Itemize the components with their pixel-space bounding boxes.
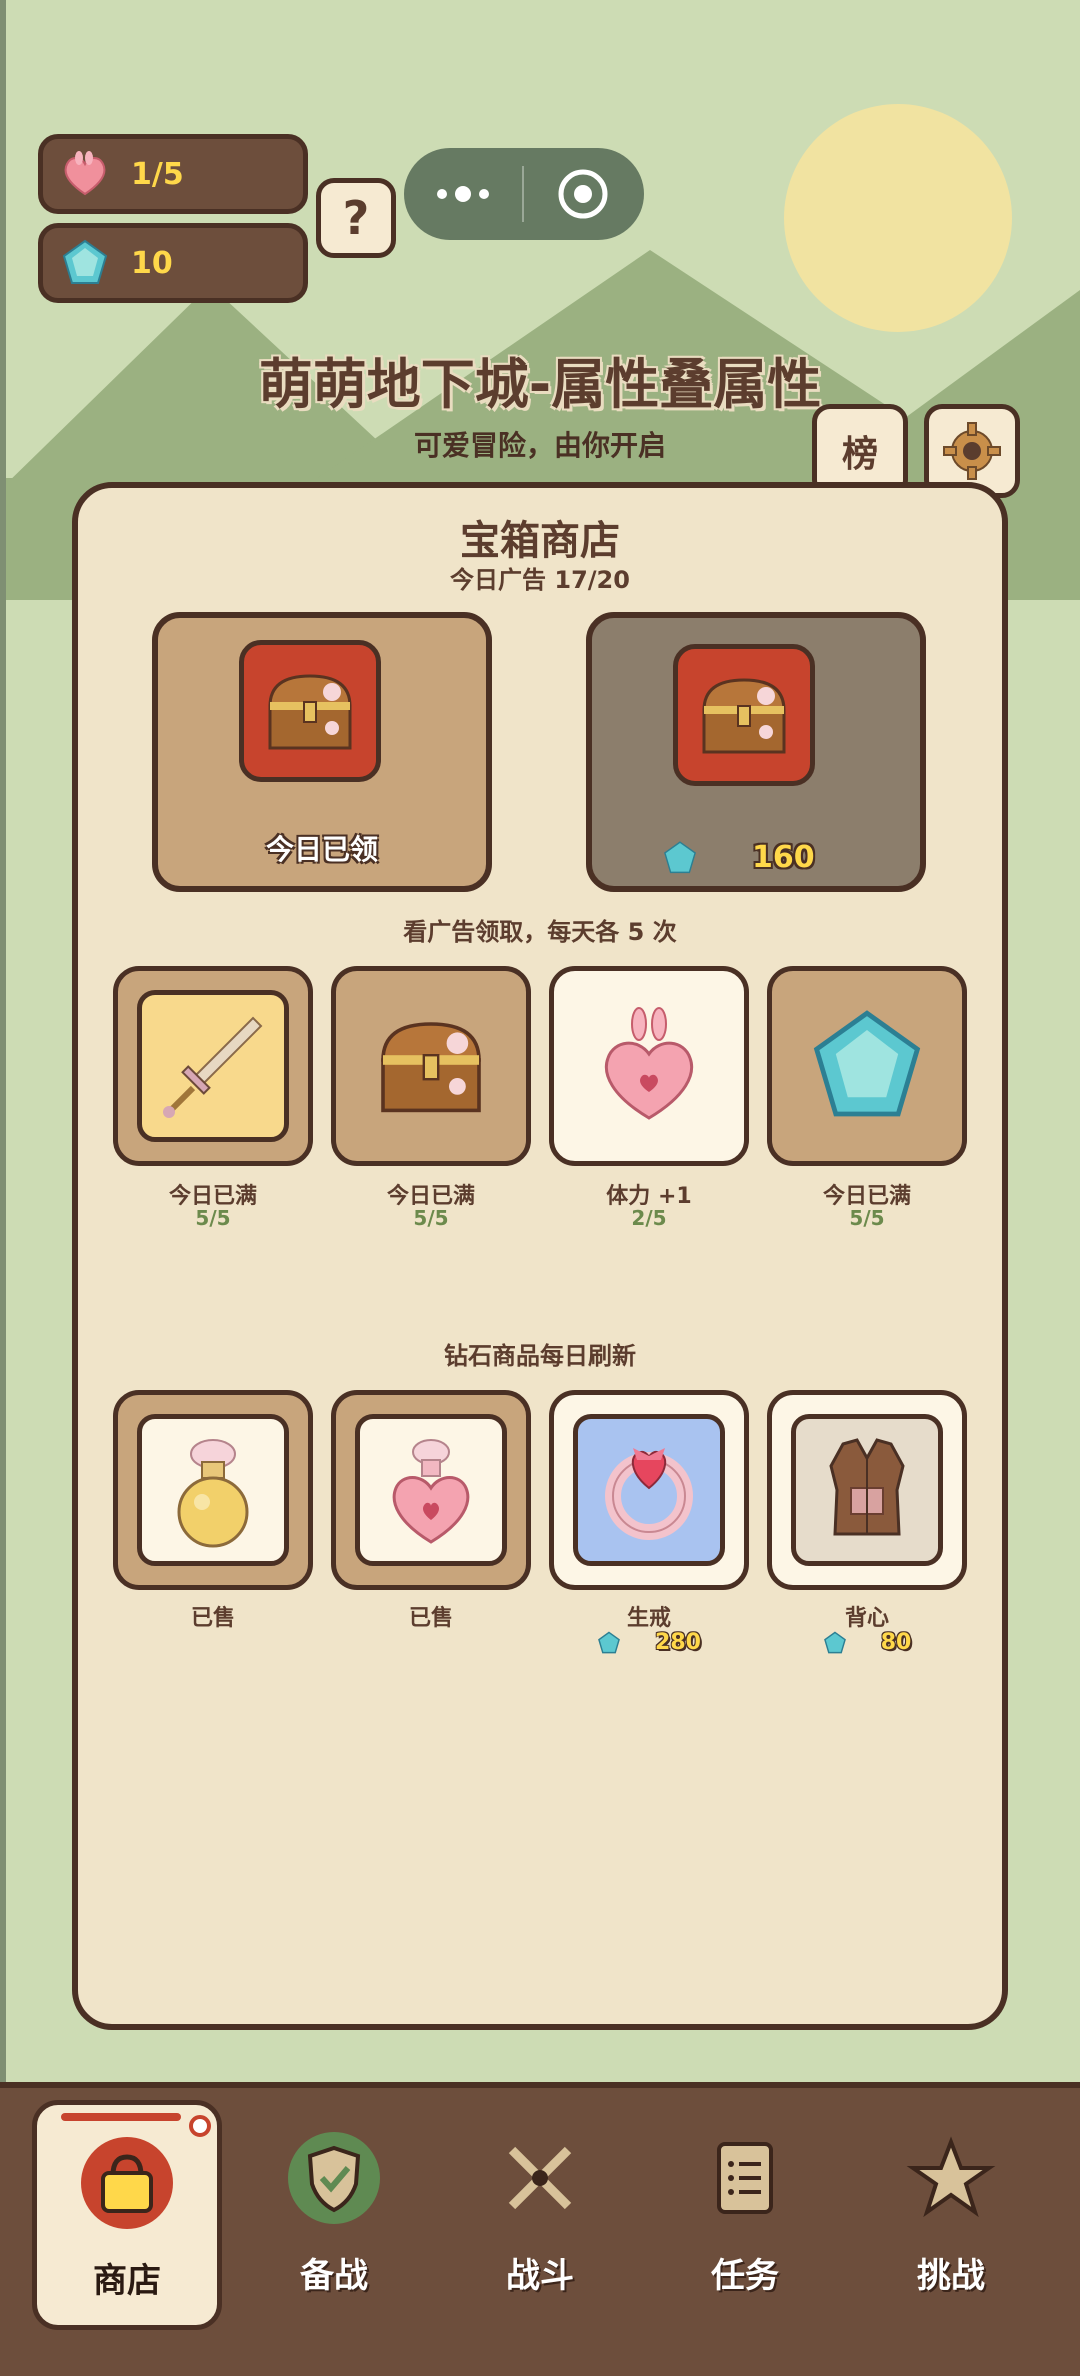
nav-tab-prepare[interactable]: 备战 — [239, 2100, 429, 2330]
item-inner-frame — [355, 1414, 507, 1566]
diamond-item-label: 生戒 — [626, 1606, 671, 1631]
diamond-item-label: 已售 — [408, 1606, 453, 1631]
diamond-item-price: 280 — [549, 1630, 749, 1655]
ad-note: 看广告领取，每天各 5 次 — [403, 918, 677, 946]
vest-icon — [829, 1438, 905, 1536]
chest-frame — [239, 640, 381, 782]
shield-check-icon — [284, 2128, 384, 2228]
price-value: 280 — [655, 1630, 701, 1655]
nav-label: 挑战 — [917, 2256, 985, 2296]
diamond-item-gold-potion[interactable] — [113, 1390, 313, 1590]
game-subtitle: 可爱冒险，由你开启 — [413, 429, 666, 462]
nav-label: 任务 — [711, 2256, 779, 2296]
diamond-chest-card[interactable]: 160 — [586, 612, 926, 892]
ad-item-count: 5/5 — [849, 1206, 885, 1230]
ad-item-stamina[interactable] — [549, 966, 749, 1166]
chest-frame — [673, 644, 815, 786]
diamond-icon — [823, 1631, 846, 1653]
crossed-swords-icon — [490, 2128, 590, 2228]
ad-item-sword[interactable] — [113, 966, 313, 1166]
leaderboard-label: 榜 — [841, 434, 878, 475]
pink-potion-icon — [392, 1439, 470, 1544]
notification-dot — [189, 2115, 211, 2137]
sun-icon — [784, 104, 1012, 332]
ads-counter: 今日广告 17/20 — [450, 566, 630, 594]
diamond-bar: 10 — [38, 223, 308, 303]
diamond-icon — [57, 235, 113, 291]
ad-item-count: 2/5 — [631, 1206, 667, 1230]
diamond-item-label: 已售 — [190, 1606, 235, 1631]
free-chest-card[interactable]: 今日已领 — [152, 612, 492, 892]
ad-item-diamond[interactable] — [767, 966, 967, 1166]
diamond-chest-price: 160 — [752, 840, 815, 875]
shop-title: 宝箱商店 — [460, 518, 620, 564]
ad-item-count: 5/5 — [195, 1206, 231, 1230]
heart-icon — [57, 146, 113, 202]
diamond-item-pink-potion[interactable] — [331, 1390, 531, 1590]
free-chest-status: 今日已领 — [265, 833, 378, 866]
nav-tab-challenge[interactable]: 挑战 — [856, 2100, 1046, 2330]
game-title: 萌萌地下城-属性叠属性 — [258, 353, 822, 416]
diamond-icon — [664, 841, 696, 874]
heart-potion-icon — [604, 1007, 694, 1120]
diamond-item-vest[interactable] — [767, 1390, 967, 1590]
nav-label: 商店 — [93, 2261, 161, 2301]
diamond-icon — [813, 1010, 921, 1117]
treasure-chest-icon — [268, 674, 352, 750]
diamond-item-ring[interactable] — [549, 1390, 749, 1590]
nav-tab-shop[interactable]: 商店 — [32, 2100, 222, 2330]
shop-bag-icon — [77, 2133, 177, 2233]
ring-icon — [605, 1448, 693, 1540]
nav-tab-tasks[interactable]: 任务 — [650, 2100, 840, 2330]
price-value: 80 — [880, 1630, 912, 1655]
treasure-chest-icon — [702, 678, 786, 754]
star-icon — [901, 2128, 1001, 2228]
gear-icon — [943, 422, 1001, 480]
sword-icon — [163, 1016, 263, 1118]
ad-item-count: 5/5 — [413, 1206, 449, 1230]
miniprogram-capsule — [404, 148, 644, 240]
stamina-value: 1/5 — [131, 156, 184, 192]
stamina-bar: 1/5 — [38, 134, 308, 214]
nav-label: 战斗 — [506, 2256, 574, 2296]
help-button[interactable]: ? — [316, 178, 396, 258]
item-inner-frame — [791, 1414, 943, 1566]
item-inner-frame — [573, 1414, 725, 1566]
nav-tab-battle[interactable]: 战斗 — [445, 2100, 635, 2330]
diamond-icon — [598, 1631, 620, 1653]
diamond-value: 10 — [131, 245, 173, 281]
diamond-item-label: 背心 — [844, 1606, 889, 1631]
diamond-item-price: 80 — [767, 1630, 967, 1655]
more-options-icon[interactable] — [404, 186, 522, 202]
close-target-icon[interactable] — [524, 167, 642, 221]
ad-item-chest[interactable] — [331, 966, 531, 1166]
diamond-note: 钻石商品每日刷新 — [444, 1342, 636, 1370]
item-inner-frame — [137, 1414, 289, 1566]
item-inner-frame — [137, 990, 289, 1142]
nav-label: 备战 — [300, 2256, 368, 2296]
task-list-icon — [695, 2128, 795, 2228]
treasure-chest-icon — [381, 1022, 481, 1113]
gold-potion-icon — [177, 1439, 249, 1548]
active-indicator — [61, 2113, 181, 2121]
